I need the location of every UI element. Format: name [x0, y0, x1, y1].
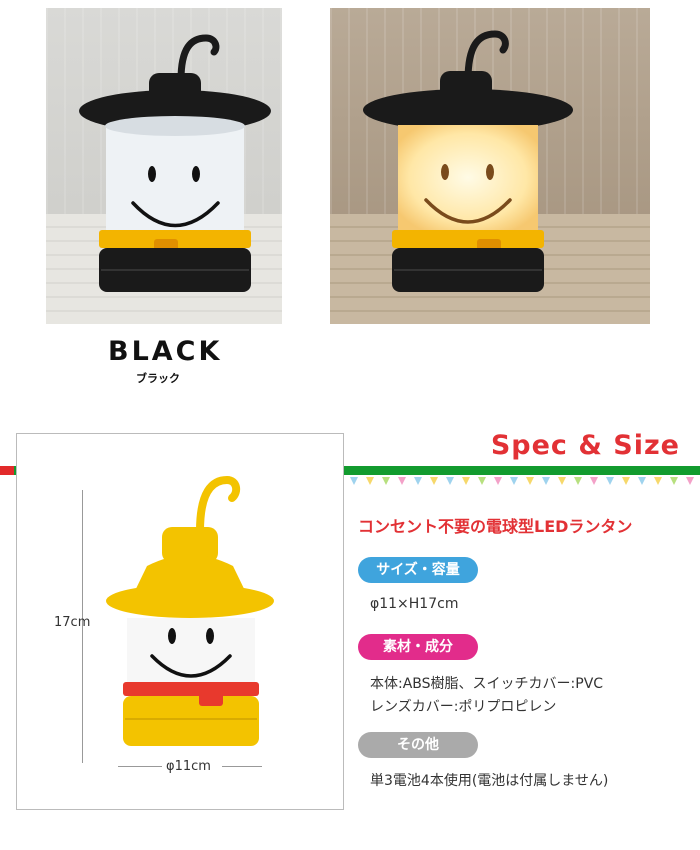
size-heading-badge: サイズ・容量 [358, 557, 478, 583]
bunting-flag [542, 477, 550, 485]
variant-name: BLACK [108, 336, 223, 367]
bunting-flag [350, 477, 358, 485]
variant-name-kana: ブラック [136, 372, 180, 385]
bunting-flag [462, 477, 470, 485]
header-band-red-tip [0, 466, 14, 475]
bunting-flag [510, 477, 518, 485]
height-label: 17cm [54, 615, 91, 630]
size-value: φ11×H17cm [370, 596, 459, 612]
bunting-flag [574, 477, 582, 485]
bunting-flag [446, 477, 454, 485]
bunting-flag [638, 477, 646, 485]
lantern-photo-off [46, 8, 282, 324]
other-value: 単3電池4本使用(電池は付属しません) [370, 773, 609, 789]
bunting-flag [526, 477, 534, 485]
bunting-flag [558, 477, 566, 485]
bunting-flag [686, 477, 694, 485]
other-heading-badge: その他 [358, 732, 478, 758]
bunting-flag [622, 477, 630, 485]
bunting-flag [478, 477, 486, 485]
bunting-flag [606, 477, 614, 485]
bunting-flag [366, 477, 374, 485]
bunting-decoration [350, 477, 694, 485]
lantern-photo-on [330, 8, 650, 324]
material-heading-badge: 素材・成分 [358, 634, 478, 660]
bunting-flag [494, 477, 502, 485]
product-tagline: コンセント不要の電球型LEDランタン [358, 517, 633, 536]
width-label: φ11cm [166, 759, 211, 774]
bunting-flag [430, 477, 438, 485]
bunting-flag [382, 477, 390, 485]
spec-title: Spec & Size [490, 430, 680, 461]
width-dimension-line-right [222, 766, 262, 767]
material-line-2: レンズカバー:ポリプロピレン [370, 699, 557, 715]
bunting-flag [414, 477, 422, 485]
material-line-1: 本体:ABS樹脂、スイッチカバー:PVC [370, 676, 604, 692]
lantern-black-off-illustration [79, 34, 271, 292]
bunting-flag [398, 477, 406, 485]
bunting-flag [590, 477, 598, 485]
bunting-flag [670, 477, 678, 485]
width-dimension-line-left [118, 766, 162, 767]
bunting-flag [654, 477, 662, 485]
lantern-black-on-illustration [363, 30, 573, 292]
